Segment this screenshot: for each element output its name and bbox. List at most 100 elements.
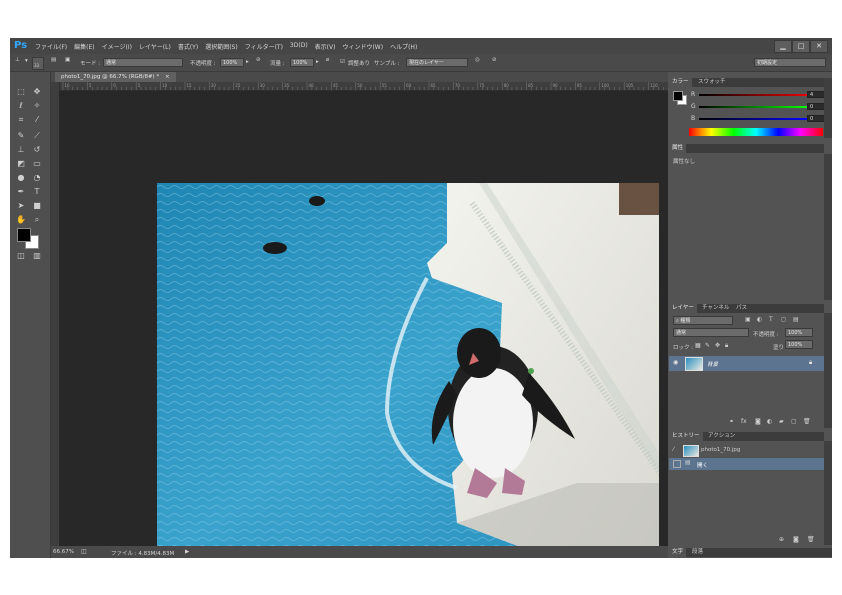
filter-adjustment-icon[interactable]: ◐ (757, 316, 762, 323)
new-group-icon[interactable]: ▰ (779, 418, 784, 425)
layer-filter-dropdown[interactable]: ⌕ 種類 (673, 316, 733, 325)
status-icon[interactable]: ◫ (81, 548, 87, 555)
tab-layers[interactable]: レイヤー (669, 304, 697, 313)
ignore-adjustment-layers-icon[interactable]: ◎ (475, 57, 480, 63)
tab-channels[interactable]: チャンネル (699, 304, 732, 313)
gradient-tool-icon[interactable]: ▭ (30, 158, 44, 169)
layer-name[interactable]: 背景 (707, 360, 718, 368)
delete-layer-icon[interactable]: 🗑︎ (803, 418, 811, 425)
tab-color[interactable]: カラー (669, 78, 692, 87)
eyedropper-tool-icon[interactable]: ⁄ (30, 114, 44, 125)
menu-layer[interactable]: レイヤー(L) (139, 42, 171, 51)
hand-tool-icon[interactable]: ✋ (14, 214, 28, 225)
color-spectrum-bar[interactable] (689, 128, 823, 136)
adjustment-layer-icon[interactable]: ◐ (767, 418, 772, 425)
aligned-checkbox[interactable]: ☑ (340, 59, 345, 65)
tab-actions[interactable]: アクション (705, 432, 738, 441)
menu-window[interactable]: ウィンドウ(W) (342, 42, 383, 51)
menu-3d[interactable]: 3D(D) (290, 42, 308, 51)
history-brush-tool-icon[interactable]: ↺ (30, 144, 44, 155)
brush-panel-icon[interactable]: ▤ (51, 57, 56, 63)
move-tool-icon[interactable]: ✥ (30, 86, 44, 97)
flow-field[interactable]: 100% (290, 58, 314, 67)
new-document-from-state-icon[interactable]: ⊕ (779, 536, 784, 543)
opacity-field[interactable]: 100% (220, 58, 244, 67)
marquee-tool-icon[interactable]: ⬚ (14, 86, 28, 97)
tab-character[interactable]: 文字 (669, 548, 687, 557)
crop-tool-icon[interactable]: ⌗ (14, 114, 28, 125)
menu-filter[interactable]: フィルター(T) (245, 42, 283, 51)
channel-g-value[interactable]: 0 (807, 103, 825, 110)
eraser-tool-icon[interactable]: ◩ (14, 158, 28, 169)
foreground-color-swatch[interactable] (17, 228, 31, 242)
menu-select[interactable]: 選択範囲(S) (205, 42, 238, 51)
new-layer-icon[interactable]: ▢ (791, 418, 797, 425)
opacity-dropdown-arrow[interactable]: ▸ (246, 59, 249, 65)
photo-canvas[interactable] (157, 183, 659, 558)
tool-preset-dropdown-icon[interactable]: ▾ (25, 58, 28, 64)
channel-r-slider[interactable] (699, 94, 817, 96)
layer-opacity-field[interactable]: 100% (785, 328, 813, 337)
pen-tool-icon[interactable]: ✒ (14, 186, 28, 197)
workspace-dropdown[interactable]: 初期設定 (754, 58, 826, 67)
screen-mode-icon[interactable]: ▥ (30, 250, 44, 261)
canvas-area[interactable] (59, 91, 668, 558)
tab-properties[interactable]: 属性 (669, 144, 687, 153)
history-checkbox[interactable] (673, 460, 681, 468)
layers-panel-scrollbar[interactable] (824, 313, 832, 428)
file-info[interactable]: ファイル : 4.83M/4.83M (111, 549, 174, 557)
status-menu-arrow-icon[interactable]: ▶ (185, 549, 189, 555)
history-item-open[interactable]: ▤ 開く (669, 458, 824, 470)
lock-image-icon[interactable]: ✎ (705, 342, 710, 349)
layer-visibility-eye-icon[interactable]: ◉ (673, 359, 678, 366)
horizontal-ruler[interactable]: 10 5 0 5 10 15 20 25 30 35 40 45 50 55 60 65 70 75 80 85 90 9… (59, 82, 668, 91)
zoom-level[interactable]: 66.67% (53, 549, 74, 555)
snapshot-camera-icon[interactable]: ◙ (793, 536, 799, 543)
mode-dropdown[interactable]: 通常 (103, 58, 183, 67)
dodge-tool-icon[interactable]: ◔ (30, 172, 44, 183)
close-button[interactable]: ✕ (810, 40, 828, 53)
type-tool-icon[interactable]: T (30, 186, 44, 197)
healing-brush-tool-icon[interactable]: ✎ (14, 130, 28, 141)
menu-edit[interactable]: 編集(E) (74, 42, 94, 51)
airbrush-icon[interactable]: ⌀ (326, 57, 329, 63)
clone-source-icon[interactable]: ▣ (65, 57, 70, 63)
minimize-button[interactable]: ▁ (774, 40, 792, 53)
pressure-size-icon[interactable]: ⊘ (492, 57, 497, 63)
zoom-tool-icon[interactable]: ⌕ (30, 214, 44, 225)
brush-preset-picker[interactable]: 33 (32, 57, 44, 70)
filter-smart-object-icon[interactable]: ▤ (793, 316, 799, 323)
shape-tool-icon[interactable]: ■ (30, 200, 44, 211)
layer-mask-icon[interactable]: ◙ (755, 418, 761, 425)
lock-transparent-icon[interactable]: ▦ (695, 342, 701, 349)
layer-style-icon[interactable]: fx (741, 418, 747, 425)
tab-paragraph[interactable]: 段落 (689, 548, 706, 557)
channel-b-slider[interactable] (699, 118, 807, 120)
properties-panel-scrollbar[interactable] (824, 154, 832, 300)
delete-state-icon[interactable]: 🗑︎ (807, 536, 815, 543)
menu-file[interactable]: ファイル(F) (35, 42, 67, 51)
channel-r-value[interactable]: 4 (807, 91, 825, 98)
layer-row-background[interactable]: ◉ 背景 🔒︎ (669, 356, 824, 371)
blend-mode-dropdown[interactable]: 通常 (673, 328, 749, 337)
pressure-opacity-icon[interactable]: ⊘ (256, 57, 261, 63)
filter-shape-icon[interactable]: ◻ (781, 316, 786, 323)
link-layers-icon[interactable]: ⚭ (729, 418, 734, 425)
quick-mask-icon[interactable]: ◫ (14, 250, 28, 261)
sample-dropdown[interactable]: 現在のレイヤー (406, 58, 468, 67)
clone-stamp-tool-icon[interactable]: ⊥ (14, 144, 28, 155)
lasso-tool-icon[interactable]: ℓ (14, 100, 28, 111)
menu-view[interactable]: 表示(V) (315, 42, 336, 51)
magic-wand-tool-icon[interactable]: ✧ (30, 100, 44, 111)
clone-stamp-icon[interactable]: ⊥ (15, 57, 20, 63)
document-tab[interactable]: photo1_70.jpg @ 66.7% (RGB/8#) * × (55, 72, 176, 82)
tab-swatches[interactable]: スウォッチ (695, 78, 729, 87)
filter-type-icon[interactable]: T (769, 316, 773, 323)
history-snapshot-row[interactable]: ⁄ photo1_70.jpg (669, 444, 824, 457)
channel-g-slider[interactable] (699, 106, 807, 108)
close-tab-icon[interactable]: × (165, 74, 170, 80)
fill-field[interactable]: 100% (785, 340, 813, 349)
color-panel-scrollbar[interactable] (824, 78, 832, 138)
tab-paths[interactable]: パス (733, 304, 750, 313)
menu-type[interactable]: 書式(Y) (178, 42, 198, 51)
